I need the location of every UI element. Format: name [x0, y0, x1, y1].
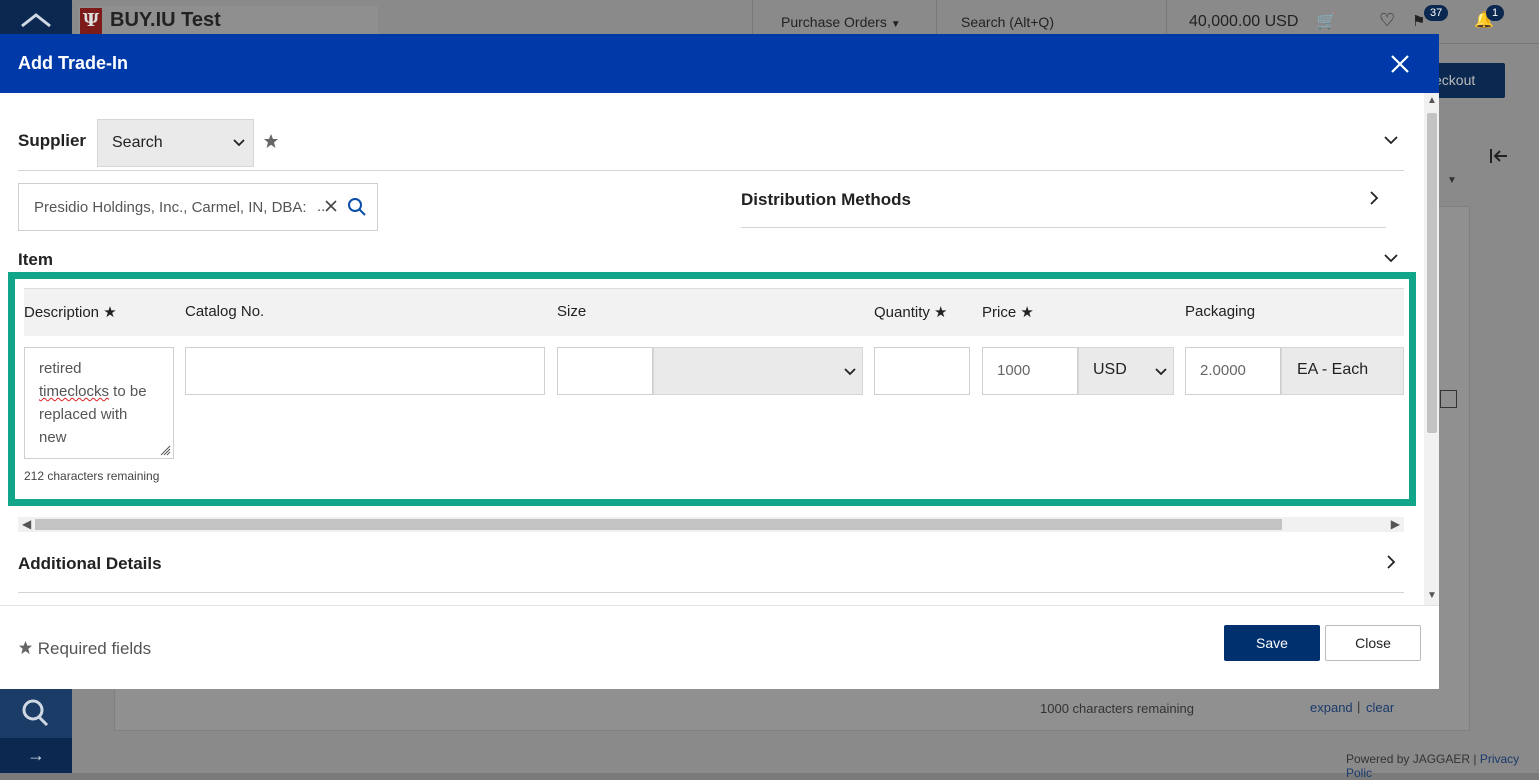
- collapse-left-icon[interactable]: [1489, 148, 1509, 164]
- packaging-unit-field[interactable]: EA - Each: [1281, 347, 1404, 395]
- scroll-right-icon[interactable]: ▶: [1391, 517, 1400, 532]
- background-checkbox[interactable]: [1440, 390, 1457, 408]
- chevron-down-icon: [233, 139, 245, 147]
- background-chars-remaining: 1000 characters remaining: [1040, 701, 1194, 716]
- nav-search-button[interactable]: [0, 688, 72, 738]
- currency-select[interactable]: USD: [1078, 347, 1174, 395]
- column-quantity: Quantity ★: [874, 304, 948, 321]
- close-button[interactable]: Close: [1325, 625, 1421, 661]
- cart-icon: 🛒: [1316, 13, 1337, 30]
- bell-badge: 1: [1486, 5, 1505, 21]
- price-value: 1000: [997, 362, 1031, 379]
- chevron-right-icon[interactable]: [1384, 555, 1398, 569]
- clear-icon[interactable]: [324, 199, 338, 213]
- horizontal-scroll-thumb[interactable]: [35, 519, 1282, 530]
- supplier-search-select[interactable]: Search: [97, 119, 254, 167]
- description-line-4: new: [39, 429, 67, 446]
- required-fields-note: Required fields: [18, 639, 151, 659]
- scroll-up-icon[interactable]: ▲: [1427, 95, 1437, 106]
- quantity-input[interactable]: [874, 347, 970, 395]
- chevron-right-icon[interactable]: [1367, 191, 1381, 205]
- supplier-search-select-value: Search: [112, 134, 163, 151]
- caret-down-icon: ▼: [890, 19, 901, 30]
- additional-details-divider: [18, 592, 1404, 593]
- packaging-unit-value: EA - Each: [1297, 361, 1369, 378]
- global-search-placeholder: Search (Alt+Q): [961, 14, 1054, 30]
- modal-vertical-scrollbar[interactable]: ▲ ▼: [1424, 93, 1439, 605]
- distribution-methods-label[interactable]: Distribution Methods: [741, 190, 911, 210]
- app-logo[interactable]: Ψ BUY.IU Test: [78, 6, 378, 36]
- checkout-button[interactable]: eckout: [1430, 63, 1505, 98]
- catalog-no-input[interactable]: [185, 347, 545, 395]
- app-name: BUY.IU Test: [110, 9, 221, 31]
- logo-mark: Ψ: [80, 8, 102, 34]
- search-icon[interactable]: [347, 197, 367, 217]
- chevron-down-icon: [844, 368, 856, 376]
- expand-link[interactable]: expand: [1310, 700, 1353, 715]
- packaging-quantity-value: 2.0000: [1200, 362, 1246, 379]
- nav-purchase-orders-label: Purchase Orders: [781, 14, 887, 30]
- misspelled-word: timeclocks: [39, 383, 110, 400]
- description-line-1: retired: [39, 360, 82, 377]
- size-unit-select[interactable]: [653, 347, 863, 395]
- favorite-star-icon[interactable]: [263, 133, 279, 149]
- currency-value: USD: [1093, 361, 1127, 378]
- star-icon: [18, 640, 33, 655]
- item-table-header: Description ★ Catalog No. Size Quantity …: [24, 288, 1404, 336]
- caret-down-icon[interactable]: ▼: [1447, 175, 1457, 186]
- description-line-2-rest: to be: [109, 383, 147, 400]
- supplier-input[interactable]: Presidio Holdings, Inc., Carmel, IN, DBA…: [18, 183, 378, 231]
- save-button[interactable]: Save: [1224, 625, 1320, 661]
- powered-by-text: Powered by JAGGAER |: [1346, 752, 1480, 766]
- modal-footer: Required fields Save Close: [0, 605, 1439, 689]
- packaging-quantity-input[interactable]: 2.0000: [1185, 347, 1281, 395]
- clear-link[interactable]: clear: [1366, 700, 1394, 715]
- column-size: Size: [557, 303, 587, 320]
- price-input[interactable]: 1000: [982, 347, 1078, 395]
- scroll-down-icon[interactable]: ▼: [1427, 590, 1437, 601]
- size-input[interactable]: [557, 347, 653, 395]
- modal-body: Supplier Search Presidio Holdings, Inc.,…: [0, 93, 1424, 605]
- item-horizontal-scrollbar[interactable]: ◀ ▶: [18, 517, 1404, 532]
- modal-title: Add Trade-In: [18, 53, 129, 73]
- resize-grip-icon[interactable]: [159, 444, 171, 456]
- link-separator: |: [1357, 699, 1361, 714]
- supplier-input-value: Presidio Holdings, Inc., Carmel, IN, DBA…: [34, 199, 307, 216]
- column-packaging: Packaging: [1185, 303, 1256, 320]
- powered-by: Powered by JAGGAER | Privacy Polic: [1346, 752, 1539, 780]
- column-catalog-no: Catalog No.: [185, 303, 265, 320]
- chevron-down-icon: [1155, 368, 1167, 376]
- supplier-label: Supplier: [18, 131, 87, 150]
- item-highlight-box: Description ★ Catalog No. Size Quantity …: [8, 272, 1416, 506]
- vertical-scroll-thumb[interactable]: [1427, 113, 1437, 433]
- description-textarea[interactable]: retired timeclocks to be replaced with n…: [24, 347, 174, 459]
- expand-nav-arrow-icon[interactable]: →: [0, 738, 72, 773]
- supplier-collapse-chevron-down-icon[interactable]: [1384, 133, 1398, 147]
- home-icon[interactable]: [18, 12, 54, 36]
- heart-icon[interactable]: ♡: [1379, 10, 1395, 31]
- scroll-left-icon[interactable]: ◀: [22, 517, 31, 532]
- search-icon: [22, 699, 49, 727]
- flag-badge: 37: [1424, 5, 1449, 21]
- item-collapse-chevron-down-icon[interactable]: [1384, 251, 1398, 265]
- distribution-divider: [741, 227, 1386, 228]
- column-price: Price ★: [982, 304, 1034, 321]
- description-line-2: timeclocks to be: [39, 380, 159, 403]
- close-icon[interactable]: [1386, 50, 1414, 78]
- add-trade-in-modal: Add Trade-In Supplier Search Presidio Ho…: [0, 34, 1439, 689]
- supplier-divider: [18, 170, 1404, 171]
- column-description: Description ★: [24, 304, 117, 321]
- modal-header: Add Trade-In: [0, 34, 1439, 93]
- additional-details-label[interactable]: Additional Details: [18, 554, 162, 574]
- description-chars-remaining: 212 characters remaining: [24, 469, 160, 483]
- required-fields-text: Required fields: [37, 639, 152, 658]
- description-line-3: replaced with: [39, 406, 128, 423]
- cart-total: 40,000.00 USD: [1189, 13, 1299, 30]
- item-label: Item: [18, 250, 53, 269]
